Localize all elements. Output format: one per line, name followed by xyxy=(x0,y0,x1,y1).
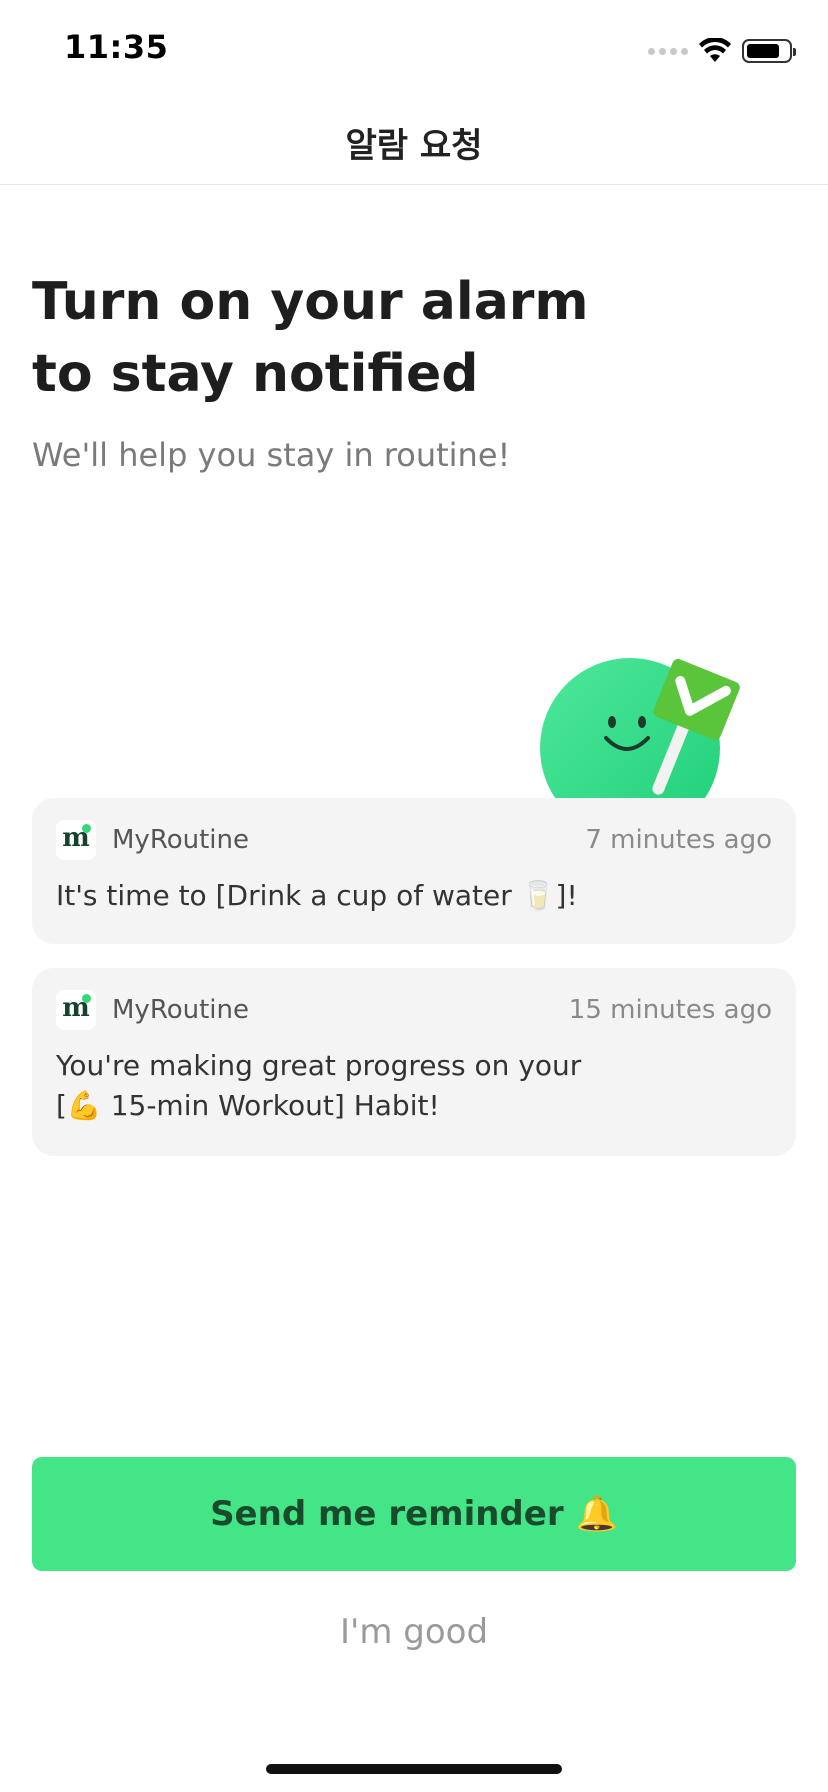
page-subtitle: We'll help you stay in routine! xyxy=(32,436,511,474)
battery-icon xyxy=(742,39,796,63)
page-headline: Turn on your alarm to stay notified xyxy=(32,266,732,410)
notification-body-line-1: You're making great progress on your xyxy=(56,1049,582,1082)
myroutine-logo-icon: m xyxy=(56,990,96,1030)
notification-app-name: MyRoutine xyxy=(112,825,249,855)
send-reminder-label: Send me reminder xyxy=(210,1494,564,1534)
nav-title: 알람 요청 xyxy=(345,125,483,166)
notification-time: 15 minutes ago xyxy=(568,995,772,1025)
send-reminder-button[interactable]: Send me reminder 🔔 xyxy=(32,1457,796,1571)
notification-body: It's time to [Drink a cup of water 🥛]! xyxy=(56,876,772,916)
notification-body-line-1: It's time to [Drink a cup of water 🥛]! xyxy=(56,879,578,912)
nav-bar: 알람 요청 xyxy=(0,100,828,185)
notification-header: m MyRoutine 7 minutes ago xyxy=(56,820,772,860)
notification-card: m MyRoutine 15 minutes ago You're making… xyxy=(32,968,796,1156)
notification-card: m MyRoutine 7 minutes ago It's time to [… xyxy=(32,798,796,944)
status-bar: 11:35 xyxy=(0,0,828,100)
cellular-signal-icon xyxy=(648,47,688,55)
smiley-check-mascot-icon xyxy=(540,658,740,798)
headline-line-1: Turn on your alarm xyxy=(32,272,589,332)
notification-app-name: MyRoutine xyxy=(112,995,249,1025)
mascot-illustration xyxy=(538,650,758,798)
notification-body-line-2: [💪 15-min Workout] Habit! xyxy=(56,1089,440,1122)
headline-line-2: to stay notified xyxy=(32,344,479,404)
wifi-icon xyxy=(699,38,731,62)
battery-level xyxy=(747,44,779,58)
notification-header: m MyRoutine 15 minutes ago xyxy=(56,990,772,1030)
notification-body: You're making great progress on your [💪 … xyxy=(56,1046,772,1126)
status-time: 11:35 xyxy=(64,28,169,66)
status-icons xyxy=(648,36,796,66)
bell-icon: 🔔 xyxy=(575,1494,618,1534)
myroutine-logo-icon: m xyxy=(56,820,96,860)
notification-time: 7 minutes ago xyxy=(585,825,772,855)
home-indicator[interactable] xyxy=(266,1764,562,1774)
im-good-button[interactable]: I'm good xyxy=(0,1612,828,1652)
